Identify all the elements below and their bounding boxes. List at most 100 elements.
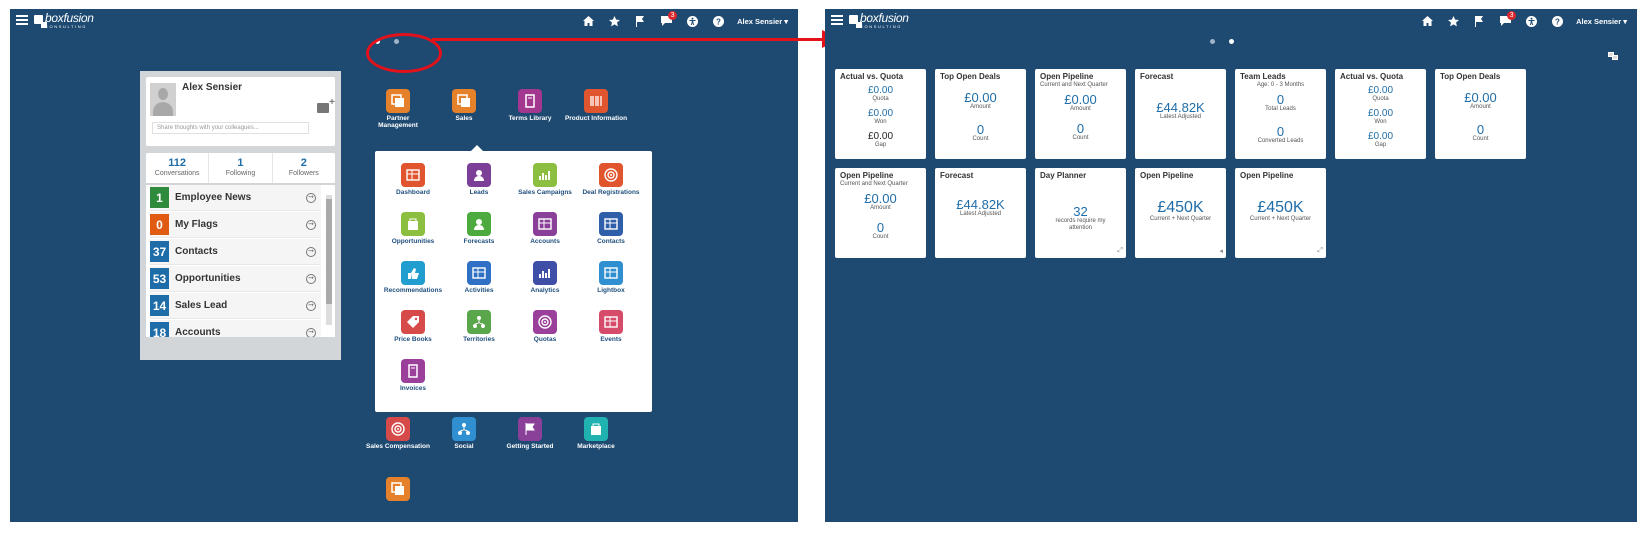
infolet-title: Top Open Deals bbox=[940, 72, 1001, 81]
infolet-value: £0.00 bbox=[1367, 85, 1394, 96]
infolet-open-pipeline-2[interactable]: Open Pipeline Current and Next Quarter £… bbox=[835, 168, 926, 258]
infolet-list-item[interactable]: 37 Contacts ➞ bbox=[150, 239, 321, 265]
app-more[interactable] bbox=[366, 477, 430, 503]
infolet-value: 32 bbox=[1073, 204, 1088, 219]
app-sales-compensation[interactable]: Sales Compensation bbox=[366, 417, 430, 450]
menu-icon[interactable] bbox=[16, 15, 28, 25]
flip-icon[interactable]: ◂ bbox=[1219, 247, 1223, 255]
app-marketplace[interactable]: Marketplace bbox=[564, 417, 628, 450]
user-menu[interactable]: Alex Sensier ▾ bbox=[737, 17, 788, 26]
app-contacts[interactable]: Contacts bbox=[579, 212, 643, 245]
lightbox-icon bbox=[599, 261, 623, 285]
app-territories[interactable]: Territories bbox=[447, 310, 511, 343]
menu-icon[interactable] bbox=[831, 15, 843, 25]
arrow-right-icon[interactable]: ➞ bbox=[306, 327, 316, 337]
accessibility-icon[interactable] bbox=[679, 13, 705, 29]
help-icon[interactable]: ? bbox=[1544, 13, 1570, 29]
infolet-value: 0 bbox=[976, 122, 985, 137]
infolet-list-item[interactable]: 18 Accounts ➞ bbox=[150, 320, 321, 337]
arrow-right-icon[interactable]: ➞ bbox=[306, 192, 316, 203]
app-getting-started[interactable]: Getting Started bbox=[498, 417, 562, 450]
app-sales[interactable]: Sales bbox=[432, 89, 496, 122]
app-quotas[interactable]: Quotas bbox=[513, 310, 577, 343]
infolet-label: records require my attention bbox=[1055, 218, 1106, 231]
infolet-label: Quota bbox=[872, 96, 889, 102]
app-deal-registrations[interactable]: Deal Registrations bbox=[579, 163, 643, 196]
arrow-right-icon[interactable]: ➞ bbox=[306, 273, 316, 284]
page-dot-1[interactable] bbox=[1210, 39, 1215, 44]
resize-icon[interactable]: ⤢ bbox=[1317, 247, 1323, 255]
app-dashboard[interactable]: Dashboard bbox=[381, 163, 445, 196]
infolet-open-pipeline-3[interactable]: Open Pipeline £450K Current + Next Quart… bbox=[1135, 168, 1226, 258]
app-label: Contacts bbox=[597, 238, 625, 245]
profile-stats: 112 Conversations 1 Following 2 Followers bbox=[146, 153, 335, 183]
infolet-day-planner[interactable]: Day Planner 32 records require my attent… bbox=[1035, 168, 1126, 258]
brand-logo[interactable]: boxfusion CONSULTING bbox=[34, 12, 94, 29]
chat-icon[interactable]: 3 bbox=[653, 11, 679, 29]
resize-icon[interactable]: ⤢ bbox=[1117, 247, 1123, 255]
avatar[interactable] bbox=[150, 83, 176, 116]
infolet-list-item[interactable]: 14 Sales Lead ➞ bbox=[150, 293, 321, 319]
manage-infolets-icon[interactable] bbox=[1608, 52, 1618, 60]
stat-conversations[interactable]: 112 Conversations bbox=[146, 153, 210, 183]
app-leads[interactable]: Leads bbox=[447, 163, 511, 196]
stat-following[interactable]: 1 Following bbox=[209, 153, 273, 183]
app-partner-management[interactable]: Partner Management bbox=[366, 89, 430, 129]
infolet-value: 0 bbox=[1476, 122, 1485, 137]
share-input[interactable]: Share thoughts with your colleagues... bbox=[152, 122, 309, 134]
stat-followers[interactable]: 2 Followers bbox=[273, 153, 335, 183]
infolet-label: Amount bbox=[870, 205, 891, 211]
infolet-open-pipeline-4[interactable]: Open Pipeline £450K Current + Next Quart… bbox=[1235, 168, 1326, 258]
infolet-title: Team Leads bbox=[1240, 72, 1286, 81]
chat-icon[interactable]: 3 bbox=[1492, 11, 1518, 29]
app-activities[interactable]: Activities bbox=[447, 261, 511, 294]
infolet-list-item[interactable]: 0 My Flags ➞ bbox=[150, 212, 321, 238]
flag-icon[interactable] bbox=[1466, 13, 1492, 29]
infolet-forecast[interactable]: Forecast £44.82K Latest Adjusted bbox=[1135, 69, 1226, 159]
infolet-team-leads[interactable]: Team Leads Age: 0 - 3 Months 0 Total Lea… bbox=[1235, 69, 1326, 159]
user-menu[interactable]: Alex Sensier ▾ bbox=[1576, 17, 1627, 26]
infolet-actual-vs-quota[interactable]: Actual vs. Quota £0.00 Quota £0.00 Won £… bbox=[835, 69, 926, 159]
infolet-forecast-2[interactable]: Forecast £44.82K Latest Adjusted bbox=[935, 168, 1026, 258]
app-analytics[interactable]: Analytics bbox=[513, 261, 577, 294]
app-events[interactable]: Events bbox=[579, 310, 643, 343]
infolet-list-item[interactable]: 53 Opportunities ➞ bbox=[150, 266, 321, 292]
arrow-right-icon[interactable]: ➞ bbox=[306, 300, 316, 311]
app-product-information[interactable]: Product Information bbox=[564, 89, 628, 122]
app-label: Sales Campaigns bbox=[518, 189, 572, 196]
infolet-open-pipeline[interactable]: Open Pipeline Current and Next Quarter £… bbox=[1035, 69, 1126, 159]
item-count: 0 bbox=[150, 214, 169, 235]
app-social[interactable]: Social bbox=[432, 417, 496, 450]
help-icon[interactable]: ? bbox=[705, 13, 731, 29]
app-opportunities[interactable]: Opportunities bbox=[381, 212, 445, 245]
infolet-value: £450K bbox=[1257, 199, 1304, 216]
app-terms-library[interactable]: Terms Library bbox=[498, 89, 562, 122]
stat-count: 1 bbox=[237, 157, 244, 169]
infolet-list-item[interactable]: 1 Employee News ➞ bbox=[150, 185, 321, 211]
accessibility-icon[interactable] bbox=[1518, 13, 1544, 29]
scrollbar[interactable] bbox=[326, 195, 332, 325]
star-icon[interactable] bbox=[1440, 13, 1466, 29]
app-forecasts[interactable]: Forecasts bbox=[447, 212, 511, 245]
star-icon[interactable] bbox=[601, 13, 627, 29]
arrow-right-icon[interactable]: ➞ bbox=[306, 219, 316, 230]
app-invoices[interactable]: Invoices bbox=[381, 359, 445, 392]
infolet-top-open-deals[interactable]: Top Open Deals £0.00 Amount 0 Count bbox=[935, 69, 1026, 159]
arrow-right-icon[interactable]: ➞ bbox=[306, 246, 316, 257]
home-icon[interactable] bbox=[1414, 13, 1440, 29]
infolet-actual-vs-quota-2[interactable]: Actual vs. Quota £0.00 Quota £0.00 Won £… bbox=[1335, 69, 1426, 159]
app-accounts[interactable]: Accounts bbox=[513, 212, 577, 245]
app-sales-campaigns[interactable]: Sales Campaigns bbox=[513, 163, 577, 196]
infolet-top-open-deals-2[interactable]: Top Open Deals £0.00 Amount 0 Count bbox=[1435, 69, 1526, 159]
page-dot-2[interactable] bbox=[1229, 39, 1234, 44]
brand-logo[interactable]: boxfusion CONSULTING bbox=[849, 12, 909, 29]
infolet-title: Top Open Deals bbox=[1440, 72, 1501, 81]
app-recommendations[interactable]: Recommendations bbox=[381, 261, 445, 294]
profile-name[interactable]: Alex Sensier bbox=[182, 82, 242, 93]
new-message-icon[interactable] bbox=[317, 97, 335, 113]
app-label: Events bbox=[600, 336, 622, 343]
flag-icon[interactable] bbox=[627, 13, 653, 29]
app-price-books[interactable]: Price Books bbox=[381, 310, 445, 343]
home-icon[interactable] bbox=[575, 13, 601, 29]
app-lightbox[interactable]: Lightbox bbox=[579, 261, 643, 294]
